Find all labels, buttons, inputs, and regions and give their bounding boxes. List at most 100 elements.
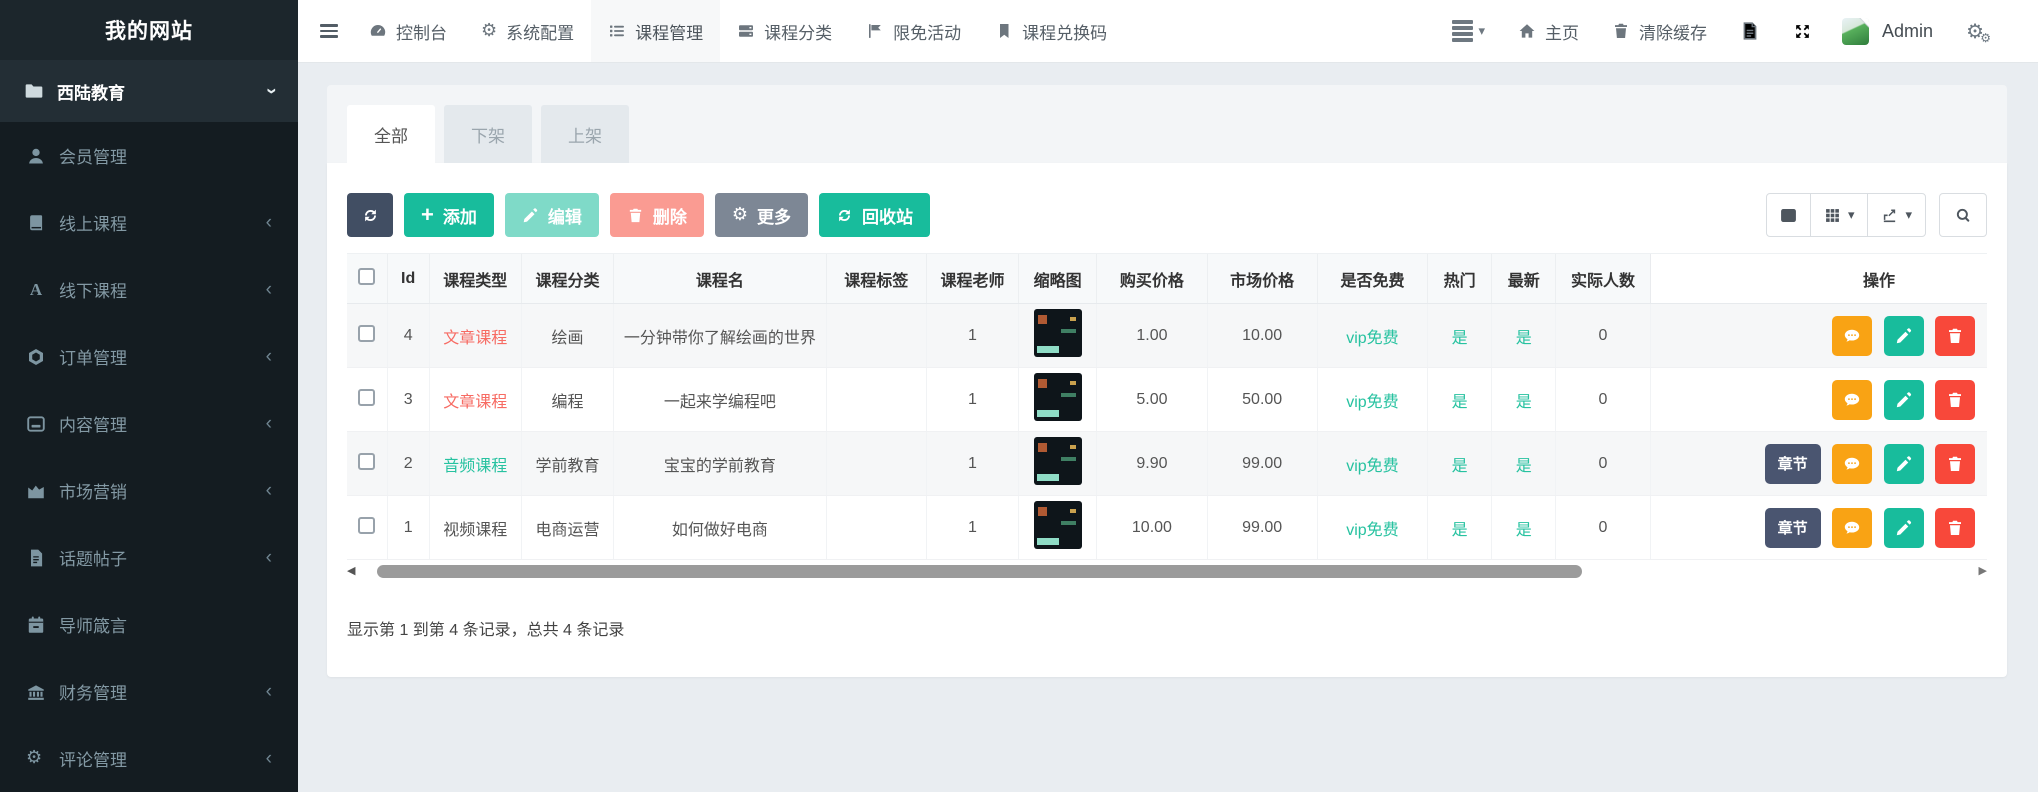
row-delete-button[interactable] xyxy=(1935,508,1975,548)
language-icon[interactable] xyxy=(1740,21,1760,41)
col-course-tag[interactable]: 课程标签 xyxy=(826,254,926,304)
file-icon xyxy=(26,548,46,568)
tab-all[interactable]: 全部 xyxy=(347,105,435,163)
comment-button[interactable] xyxy=(1832,508,1872,548)
cell-buy-price: 10.00 xyxy=(1097,496,1207,560)
book-icon xyxy=(26,213,46,233)
nav-item-course-management[interactable]: 课程管理 xyxy=(591,0,720,62)
row-checkbox[interactable] xyxy=(358,453,375,470)
edit-button[interactable]: 编辑 xyxy=(505,193,599,237)
search-button[interactable] xyxy=(1939,193,1987,237)
sidebar-item-topics[interactable]: 话题帖子 xyxy=(0,524,298,591)
avatar[interactable] xyxy=(1842,18,1869,45)
pencil-icon xyxy=(522,207,539,224)
cell-course-name: 宝宝的学前教育 xyxy=(614,432,827,496)
sidebar-item-marketing[interactable]: 市场营销 xyxy=(0,457,298,524)
horizontal-scrollbar xyxy=(347,563,1987,580)
table-row: 4 文章课程 绘画 一分钟带你了解绘画的世界 1 1.00 10.00 vip免… xyxy=(347,304,1987,368)
plus-icon xyxy=(421,204,434,227)
content-area: 全部 下架 上架 添加 编辑 删除 xyxy=(298,62,2038,792)
col-is-free[interactable]: 是否免费 xyxy=(1317,254,1427,304)
recycle-bin-button[interactable]: 回收站 xyxy=(819,193,930,237)
detail-view-button[interactable] xyxy=(1766,193,1811,237)
tab-on-shelf[interactable]: 上架 xyxy=(541,105,629,163)
col-course-teacher[interactable]: 课程老师 xyxy=(926,254,1018,304)
sidebar-item-offline-courses[interactable]: A 线下课程 xyxy=(0,256,298,323)
comment-button[interactable] xyxy=(1832,316,1872,356)
row-edit-button[interactable] xyxy=(1884,316,1924,356)
sidebar-item-orders[interactable]: 订单管理 xyxy=(0,323,298,390)
tab-off-shelf[interactable]: 下架 xyxy=(444,105,532,163)
cell-actions xyxy=(1650,368,1987,432)
sidebar-item-mentor-sayings[interactable]: 导师箴言 xyxy=(0,591,298,658)
columns-button[interactable] xyxy=(1810,193,1869,237)
col-newest[interactable]: 最新 xyxy=(1492,254,1556,304)
cell-buy-price: 5.00 xyxy=(1097,368,1207,432)
col-id[interactable]: Id xyxy=(387,254,429,304)
comment-button[interactable] xyxy=(1832,380,1872,420)
hamburger-icon[interactable] xyxy=(306,0,352,62)
scrollbar-thumb[interactable] xyxy=(377,565,1582,578)
cogs-icon[interactable] xyxy=(1966,19,1984,43)
col-students[interactable]: 实际人数 xyxy=(1556,254,1650,304)
sidebar-item-members[interactable]: 会员管理 xyxy=(0,122,298,189)
top-navbar: 控制台 系统配置 课程管理 课程分类 限免活动 课程兑换码 xyxy=(298,0,2038,62)
row-checkbox[interactable] xyxy=(358,325,375,342)
nav-item-system-config[interactable]: 系统配置 xyxy=(464,0,591,62)
sidebar-item-online-courses[interactable]: 线上课程 xyxy=(0,189,298,256)
nav-item-free-activities[interactable]: 限免活动 xyxy=(849,0,978,62)
chapter-button[interactable]: 章节 xyxy=(1765,508,1821,548)
scroll-left-arrow-icon[interactable] xyxy=(347,565,355,578)
row-edit-button[interactable] xyxy=(1884,380,1924,420)
cell-hot: 是 xyxy=(1428,432,1492,496)
nav-item-course-categories[interactable]: 课程分类 xyxy=(720,0,849,62)
comment-button[interactable] xyxy=(1832,444,1872,484)
scroll-right-arrow-icon[interactable] xyxy=(1979,565,1987,578)
courses-table: Id 课程类型 课程分类 课程名 课程标签 课程老师 缩略图 购买价格 市场价格… xyxy=(347,253,1987,560)
export-button[interactable] xyxy=(1867,193,1926,237)
refresh-button[interactable] xyxy=(347,193,393,237)
add-button[interactable]: 添加 xyxy=(404,193,494,237)
sidebar-item-comments[interactable]: 评论管理 xyxy=(0,725,298,792)
fullscreen-icon[interactable] xyxy=(1793,22,1812,41)
sidebar-item-label: 导师箴言 xyxy=(59,612,127,637)
row-edit-button[interactable] xyxy=(1884,508,1924,548)
bars-icon xyxy=(1452,20,1473,41)
col-course-category[interactable]: 课程分类 xyxy=(521,254,613,304)
row-checkbox[interactable] xyxy=(358,517,375,534)
chapter-button[interactable]: 章节 xyxy=(1765,444,1821,484)
nav-item-clear-cache[interactable]: 清除缓存 xyxy=(1612,19,1707,44)
row-checkbox[interactable] xyxy=(358,389,375,406)
cell-course-type: 音频课程 xyxy=(429,432,521,496)
nav-item-home[interactable]: 主页 xyxy=(1518,19,1579,44)
nav-item-label: 系统配置 xyxy=(506,19,574,44)
nav-item-redeem-codes[interactable]: 课程兑换码 xyxy=(978,0,1124,62)
trash-icon xyxy=(627,207,644,224)
user-menu[interactable]: Admin xyxy=(1842,18,1933,45)
row-edit-button[interactable] xyxy=(1884,444,1924,484)
select-all-checkbox[interactable] xyxy=(358,268,375,285)
row-delete-button[interactable] xyxy=(1935,380,1975,420)
chevron-left-icon xyxy=(266,480,272,502)
sidebar-item-finance[interactable]: 财务管理 xyxy=(0,658,298,725)
cell-tag xyxy=(826,432,926,496)
delete-button[interactable]: 删除 xyxy=(610,193,704,237)
row-delete-button[interactable] xyxy=(1935,316,1975,356)
col-buy-price[interactable]: 购买价格 xyxy=(1097,254,1207,304)
sidebar-item-content[interactable]: 内容管理 xyxy=(0,390,298,457)
col-hot[interactable]: 热门 xyxy=(1428,254,1492,304)
menu-dropdown-icon[interactable] xyxy=(1452,20,1486,41)
sidebar-item-xilu-education[interactable]: 西陆教育 xyxy=(0,60,298,122)
more-button[interactable]: 更多 xyxy=(715,193,808,237)
cell-students: 0 xyxy=(1556,368,1650,432)
username[interactable]: Admin xyxy=(1882,21,1933,42)
col-thumbnail[interactable]: 缩略图 xyxy=(1019,254,1097,304)
sidebar-item-label: 西陆教育 xyxy=(57,79,125,104)
gear-icon xyxy=(732,206,748,224)
col-market-price[interactable]: 市场价格 xyxy=(1207,254,1317,304)
col-course-name[interactable]: 课程名 xyxy=(614,254,827,304)
site-brand[interactable]: 我的网站 xyxy=(0,0,298,60)
nav-item-dashboard[interactable]: 控制台 xyxy=(352,0,464,62)
row-delete-button[interactable] xyxy=(1935,444,1975,484)
col-course-type[interactable]: 课程类型 xyxy=(429,254,521,304)
